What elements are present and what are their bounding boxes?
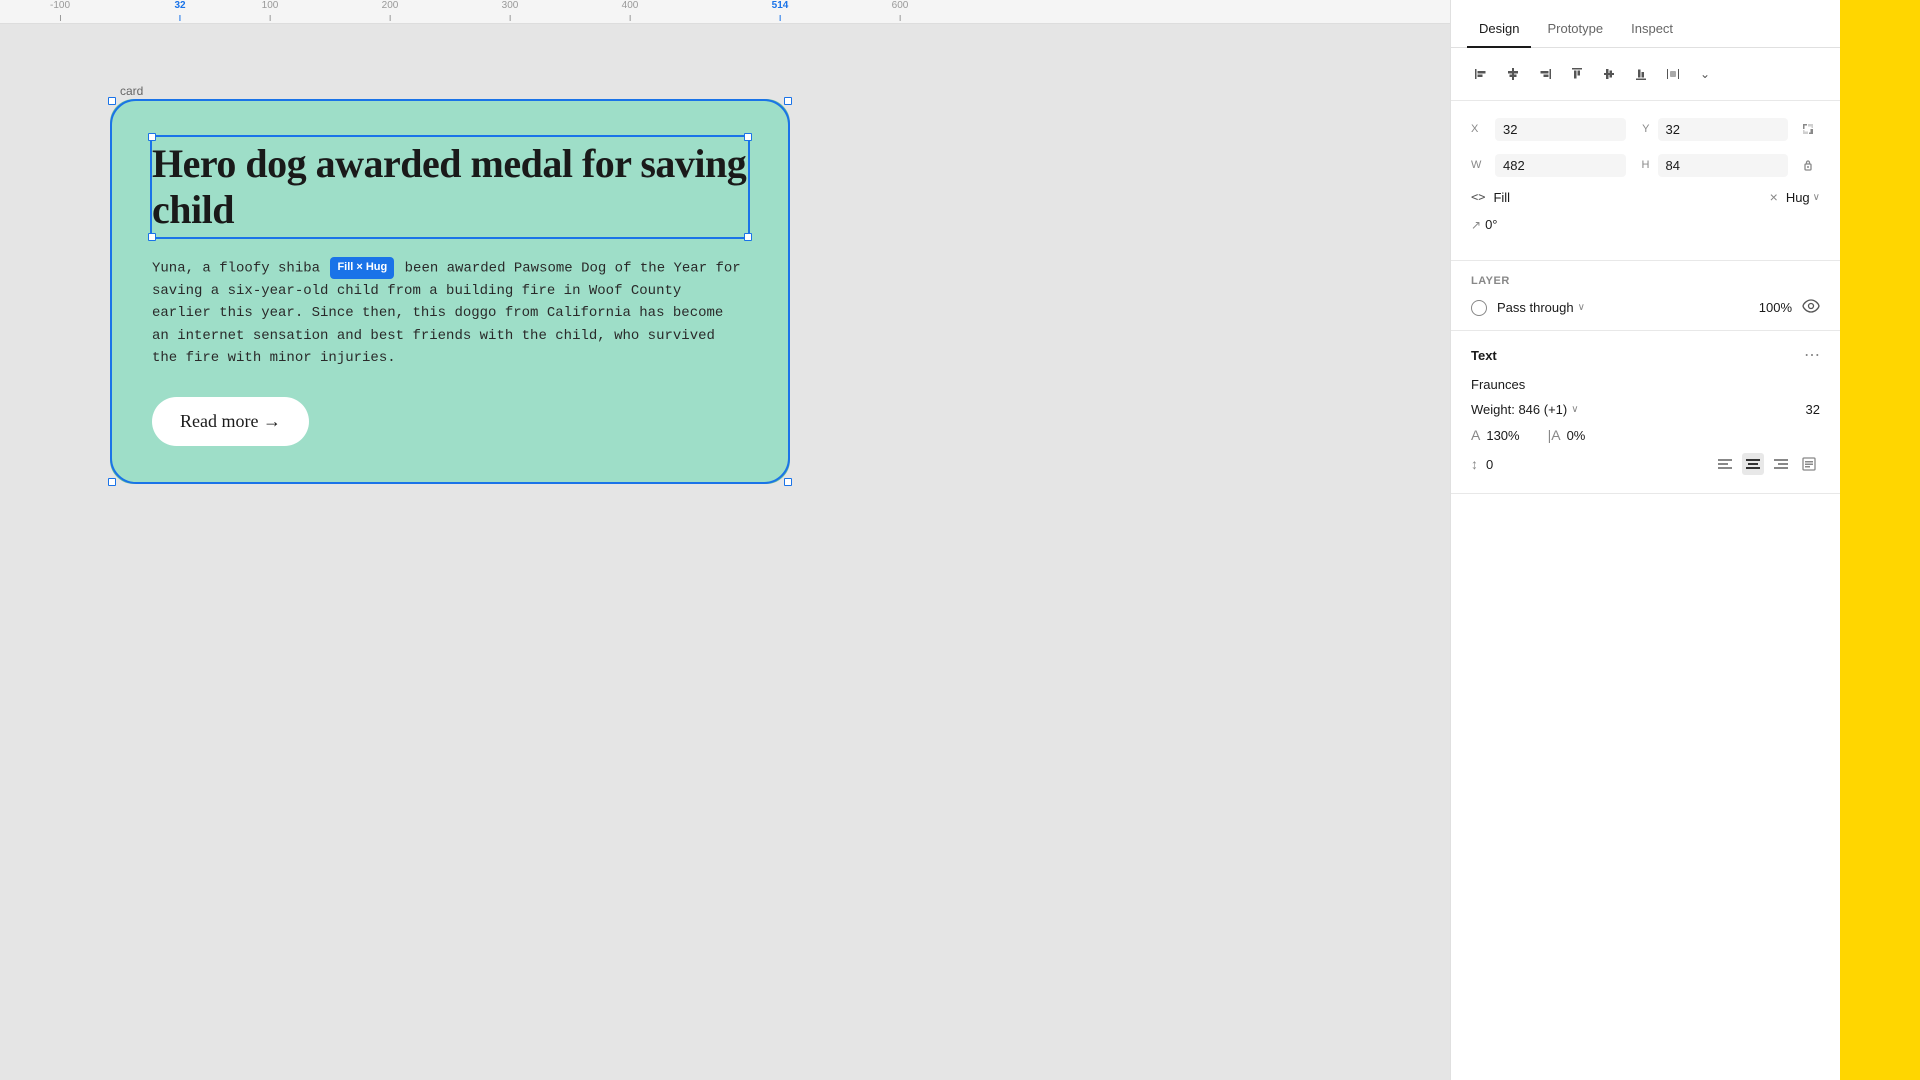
resize-icon[interactable] bbox=[1796, 117, 1820, 141]
align-right-btn[interactable] bbox=[1531, 60, 1559, 88]
tab-prototype[interactable]: Prototype bbox=[1535, 11, 1615, 48]
hug-dropdown[interactable]: Hug ∨ bbox=[1786, 190, 1820, 205]
metrics-row: A 130% |A 0% bbox=[1471, 427, 1820, 443]
font-weight-label: Weight: 846 (+1) bbox=[1471, 402, 1567, 417]
line-height-icon: A bbox=[1471, 427, 1480, 443]
text-align-center-btn[interactable] bbox=[1742, 453, 1764, 475]
ruler-tick: 400 bbox=[622, 0, 639, 21]
y-input[interactable] bbox=[1658, 118, 1789, 141]
panel-tabs: Design Prototype Inspect bbox=[1451, 0, 1840, 48]
angle-value: 0° bbox=[1485, 217, 1497, 232]
canvas-content[interactable]: card Her bbox=[0, 24, 1450, 1080]
card[interactable]: Hero dog awarded medal for saving child … bbox=[110, 99, 790, 484]
card-title: Hero dog awarded medal for saving child bbox=[152, 137, 748, 237]
align-bottom-btn[interactable] bbox=[1627, 60, 1655, 88]
x-label: X bbox=[1471, 123, 1487, 135]
handle-br[interactable] bbox=[784, 478, 792, 486]
align-center-v-btn[interactable] bbox=[1499, 60, 1527, 88]
font-size-value: 32 bbox=[1806, 402, 1820, 417]
read-more-button[interactable]: Read more → bbox=[152, 397, 309, 446]
text-align-right-btn[interactable] bbox=[1770, 453, 1792, 475]
canvas-area[interactable]: -100 32 100 200 300 400 514 600 bbox=[0, 0, 1450, 1080]
y-label: Y bbox=[1634, 123, 1650, 135]
spacing-row: ↕ 0 bbox=[1471, 453, 1820, 475]
body-text-before: Yuna, a floofy shiba bbox=[152, 261, 328, 277]
handle-tl[interactable] bbox=[108, 97, 116, 105]
line-height-item: A 130% bbox=[1471, 427, 1520, 443]
angle-row: ↗ 0° bbox=[1471, 217, 1820, 232]
blend-mode-icon[interactable] bbox=[1471, 300, 1487, 316]
frame-label: card bbox=[120, 84, 143, 98]
layer-row: Pass through ∨ 100% bbox=[1471, 299, 1820, 316]
more-align-btn[interactable]: ⌄ bbox=[1691, 60, 1719, 88]
letter-spacing-item: |A 0% bbox=[1548, 427, 1586, 443]
align-tools: ⌄ bbox=[1451, 48, 1840, 101]
h-input[interactable] bbox=[1658, 154, 1789, 177]
card-wrapper: Hero dog awarded medal for saving child … bbox=[110, 99, 790, 484]
text-align-left-btn[interactable] bbox=[1714, 453, 1736, 475]
fill-remove-icon[interactable]: × bbox=[1770, 189, 1778, 205]
text-more-icon[interactable]: ⋯ bbox=[1804, 345, 1820, 365]
x-input[interactable]: 32 bbox=[1495, 118, 1626, 141]
w-input[interactable] bbox=[1495, 154, 1626, 177]
hug-value: Hug bbox=[1786, 190, 1810, 205]
ruler-tick: 300 bbox=[502, 0, 519, 21]
paragraph-spacing-icon: ↕ bbox=[1471, 456, 1478, 472]
text-frame-btn[interactable] bbox=[1798, 453, 1820, 475]
code-brackets-icon: <> bbox=[1471, 190, 1485, 204]
ruler-tick-active: 32 bbox=[174, 0, 185, 21]
lock-ratio-icon[interactable] bbox=[1796, 153, 1820, 177]
right-panel: Design Prototype Inspect bbox=[1450, 0, 1840, 1080]
text-section-title: Text bbox=[1471, 348, 1497, 363]
wh-row: W H bbox=[1471, 153, 1820, 177]
fill-hug-badge: Fill × Hug bbox=[330, 257, 394, 279]
blend-chevron: ∨ bbox=[1578, 302, 1585, 313]
visibility-icon[interactable] bbox=[1802, 299, 1820, 316]
ruler-tick: 200 bbox=[382, 0, 399, 21]
distribute-btn[interactable] bbox=[1659, 60, 1687, 88]
xy-row: X 32 Y bbox=[1471, 117, 1820, 141]
text-align-icons bbox=[1714, 453, 1820, 475]
align-middle-btn[interactable] bbox=[1595, 60, 1623, 88]
font-weight-dropdown[interactable]: Weight: 846 (+1) ∨ bbox=[1471, 402, 1798, 417]
ruler-top: -100 32 100 200 300 400 514 600 bbox=[0, 0, 1450, 24]
tab-design[interactable]: Design bbox=[1467, 11, 1531, 48]
text-section-header: Text ⋯ bbox=[1471, 345, 1820, 365]
handle-bl[interactable] bbox=[108, 478, 116, 486]
opacity-value: 100% bbox=[1759, 300, 1792, 315]
align-top-btn[interactable] bbox=[1563, 60, 1591, 88]
hug-chevron: ∨ bbox=[1813, 192, 1820, 203]
letter-spacing-value: 0% bbox=[1567, 428, 1586, 443]
font-weight-row: Weight: 846 (+1) ∨ 32 bbox=[1471, 402, 1820, 417]
w-label: W bbox=[1471, 159, 1487, 171]
handle-tr[interactable] bbox=[784, 97, 792, 105]
paragraph-spacing-value: 0 bbox=[1486, 457, 1706, 472]
ruler-tick-514: 514 bbox=[772, 0, 789, 21]
fill-row: <> Fill × Hug ∨ bbox=[1471, 189, 1820, 205]
position-section: X 32 Y W H bbox=[1451, 101, 1840, 261]
layer-section: Layer Pass through ∨ 100% bbox=[1451, 261, 1840, 331]
angle-icon: ↗ bbox=[1471, 218, 1481, 232]
h-label: H bbox=[1634, 159, 1650, 171]
layer-title: Layer bbox=[1471, 275, 1820, 287]
card-body: Yuna, a floofy shiba Fill × Hug been awa… bbox=[152, 257, 748, 369]
align-left-btn[interactable] bbox=[1467, 60, 1495, 88]
font-name[interactable]: Fraunces bbox=[1471, 377, 1820, 392]
blend-label: Pass through bbox=[1497, 300, 1574, 315]
line-height-value: 130% bbox=[1486, 428, 1519, 443]
letter-spacing-icon: |A bbox=[1548, 427, 1561, 443]
yellow-stripe bbox=[1840, 0, 1920, 1080]
text-section: Text ⋯ Fraunces Weight: 846 (+1) ∨ 32 A … bbox=[1451, 331, 1840, 494]
blend-dropdown[interactable]: Pass through ∨ bbox=[1497, 300, 1749, 315]
ruler-tick: 100 bbox=[262, 0, 279, 21]
title-selection: Hero dog awarded medal for saving child bbox=[152, 137, 748, 237]
ruler-tick: 600 bbox=[892, 0, 909, 21]
ruler-tick: -100 bbox=[50, 0, 70, 21]
font-weight-chevron: ∨ bbox=[1571, 404, 1578, 415]
fill-label: Fill bbox=[1493, 190, 1761, 205]
tab-inspect[interactable]: Inspect bbox=[1619, 11, 1685, 48]
